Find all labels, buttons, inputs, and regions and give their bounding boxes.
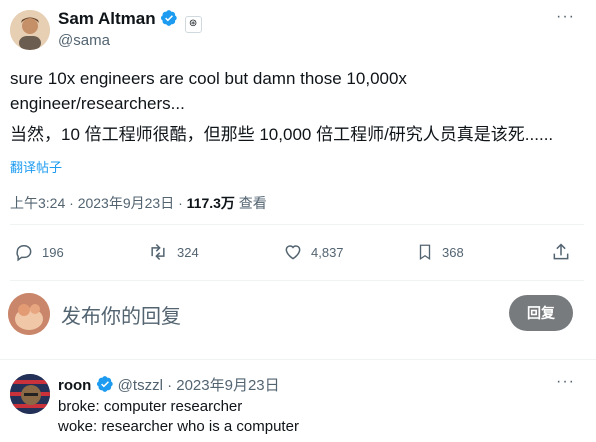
reply-text-line2: woke: researcher who is a computer [58,418,299,435]
author-info: Sam Altman ⊛ [58,9,202,33]
like-count: 4,837 [311,244,344,260]
reply-author-avatar-image [10,374,50,414]
current-user-avatar-image [8,293,50,335]
reply-button[interactable]: 回复 [509,295,573,331]
verified-badge-icon [161,10,177,26]
reply-count: 196 [42,244,64,260]
author-avatar-image [10,10,50,50]
reply-text: broke: computer researcher woke: researc… [58,397,299,437]
views-count: 117.3万 [186,195,235,211]
translate-post-link[interactable]: 翻译帖子 [10,157,62,176]
reply-date[interactable]: · 2023年9月23日 [167,377,280,394]
share-icon [553,243,569,260]
tweet-text-en-line2: engineer/researchers... [10,94,185,113]
like-action[interactable]: 4,837 [283,242,344,262]
views-label: 查看 [234,195,267,211]
author-name[interactable]: Sam Altman [58,9,156,28]
tweet-text-en: sure 10x engineers are cool but damn tho… [10,66,580,116]
author-handle[interactable]: @sama [58,32,110,49]
bookmark-icon [419,244,431,261]
tweet-meta: 上午3:24 · 2023年9月23日 · 117.3万 查看 [10,193,267,213]
reply-action[interactable]: 196 [14,242,64,262]
divider-composer [0,359,596,360]
reply-author-avatar[interactable] [10,374,50,414]
reply-author-name[interactable]: roon [58,377,91,394]
divider-top [10,224,584,225]
retweet-icon [151,243,165,261]
retweet-count: 324 [177,244,199,260]
like-icon [285,245,301,260]
bookmark-action[interactable]: 368 [416,242,464,262]
reply-icon [16,245,32,262]
tweet-text-en-line1: sure 10x engineers are cool but damn tho… [10,69,407,88]
reply-input[interactable]: 发布你的回复 [61,300,181,329]
reply-author-info: roon @tszzl · 2023年9月23日 [58,374,280,395]
affiliate-badge-icon: ⊛ [184,16,202,33]
author-avatar[interactable] [10,10,50,50]
reply-text-line1: broke: computer researcher [58,398,243,415]
verified-badge-icon [96,376,113,392]
more-icon[interactable]: ··· [556,373,575,391]
reply-author-handle[interactable]: @tszzl [118,377,163,394]
divider-actions [10,280,584,281]
more-icon[interactable]: ··· [556,8,575,26]
current-user-avatar[interactable] [8,293,50,335]
bookmark-count: 368 [442,244,464,260]
retweet-action[interactable]: 324 [147,242,199,262]
tweet-text-zh: 当然，10 倍工程师很酷，但那些 10,000 倍工程师/研究人员真是该死...… [10,125,554,144]
share-action[interactable] [551,242,571,262]
tweet-time[interactable]: 上午3:24 · 2023年9月23日 · [10,195,187,211]
